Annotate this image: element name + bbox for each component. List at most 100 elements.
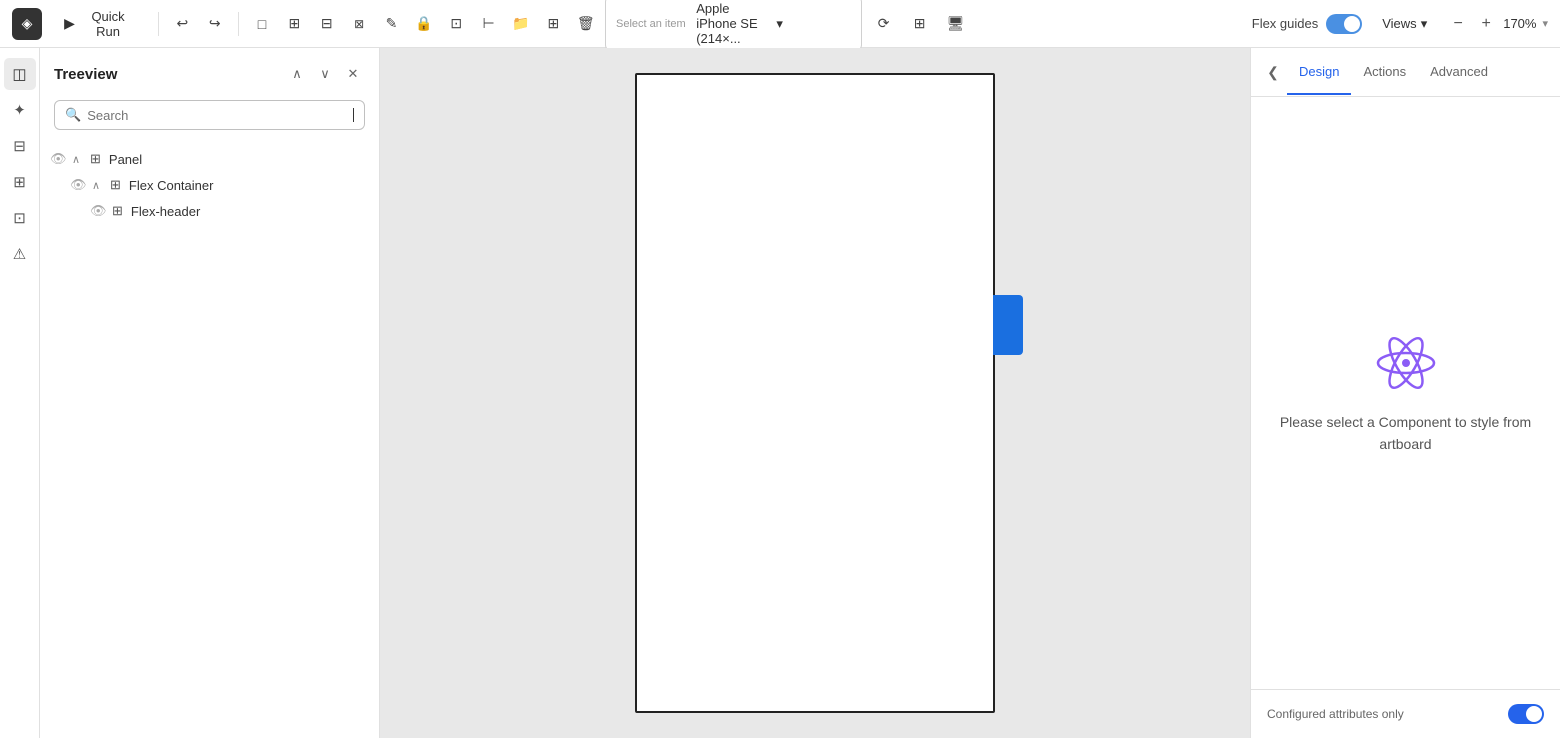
search-cursor bbox=[353, 108, 354, 122]
folder-tool-icon: 📁 bbox=[512, 15, 529, 32]
toolbar-right: Flex guides Views ▾ − + 170% ▾ bbox=[976, 12, 1548, 36]
pen-tool-button[interactable]: ✎ bbox=[378, 10, 404, 38]
tree-label-flex-container: Flex Container bbox=[129, 178, 214, 193]
treeview-expand-all-button[interactable]: ∧ bbox=[285, 62, 309, 86]
search-icon: 🔍 bbox=[65, 107, 81, 123]
sidebar-alerts-button[interactable]: ⚠ bbox=[4, 238, 36, 270]
treeview-close-button[interactable]: ✕ bbox=[341, 62, 365, 86]
app-logo-button[interactable]: ◈ bbox=[12, 8, 42, 40]
grid-tool-button[interactable]: ⊡ bbox=[443, 10, 469, 38]
flex-container-eye-icon[interactable]: 👁 bbox=[70, 177, 88, 193]
search-box: 🔍 bbox=[54, 100, 365, 130]
footer-configured-label: Configured attributes only bbox=[1267, 707, 1404, 721]
tab-advanced[interactable]: Advanced bbox=[1418, 50, 1500, 95]
layout-icon: ⊞ bbox=[914, 15, 926, 32]
zoom-chevron-icon: ▾ bbox=[1542, 17, 1548, 30]
treeview-header: Treeview ∧ ∨ ✕ bbox=[40, 48, 379, 96]
layout-button[interactable]: ⊞ bbox=[906, 10, 934, 38]
artboard[interactable] bbox=[635, 73, 995, 713]
artboard-wrapper bbox=[635, 73, 995, 713]
panel-chevron-icon[interactable]: ∧ bbox=[72, 153, 86, 166]
arrange-tool-button[interactable]: ⊠ bbox=[346, 10, 372, 38]
flex-guides-label: Flex guides bbox=[1252, 16, 1318, 31]
refresh-button[interactable]: ⟳ bbox=[870, 10, 898, 38]
right-panel-collapse-button[interactable]: ❮ bbox=[1259, 48, 1287, 96]
expand-all-icon: ∧ bbox=[292, 66, 302, 82]
zoom-out-button[interactable]: − bbox=[1447, 13, 1469, 35]
sidebar-pages-button[interactable]: ⊞ bbox=[4, 166, 36, 198]
treeview-panel: Treeview ∧ ∨ ✕ 🔍 bbox=[40, 48, 380, 738]
redo-icon: ↪ bbox=[209, 15, 221, 32]
sidebar-data-button[interactable]: ⊡ bbox=[4, 202, 36, 234]
search-input[interactable] bbox=[87, 108, 346, 123]
toolbar-center: Select an item Apple iPhone SE (214×... … bbox=[605, 0, 970, 51]
device-selector-value: Apple iPhone SE (214×... bbox=[696, 1, 770, 46]
tree-row-flex-header[interactable]: 👁 ⊞ Flex-header bbox=[40, 198, 379, 224]
zoom-in-button[interactable]: + bbox=[1475, 13, 1497, 35]
tree-row-flex-container[interactable]: 👁 ∧ ⊞ Flex Container bbox=[40, 172, 379, 198]
sidebar-components-button[interactable]: ✦ bbox=[4, 94, 36, 126]
close-icon: ✕ bbox=[348, 66, 359, 82]
layers-icon: ◫ bbox=[12, 65, 26, 83]
pages-icon: ⊞ bbox=[13, 173, 26, 191]
collapse-left-icon: ❮ bbox=[1267, 64, 1279, 81]
panel-eye-icon[interactable]: 👁 bbox=[50, 151, 68, 167]
grid2-tool-button[interactable]: ⊞ bbox=[540, 10, 566, 38]
redo-button[interactable]: ↪ bbox=[202, 10, 228, 38]
right-panel: ❮ Design Actions Advanced Please select … bbox=[1250, 48, 1560, 738]
zoom-value: 170% bbox=[1503, 16, 1536, 31]
flex-header-eye-icon[interactable]: 👁 bbox=[90, 203, 108, 219]
sidebar-assets-button[interactable]: ⊟ bbox=[4, 130, 36, 162]
right-panel-tabs: ❮ Design Actions Advanced bbox=[1251, 48, 1560, 97]
split-tool-button[interactable]: ⊢ bbox=[475, 10, 501, 38]
split-tool-icon: ⊢ bbox=[483, 15, 495, 32]
lock-tool-button[interactable]: 🔒 bbox=[411, 10, 437, 38]
frame-tool-icon: □ bbox=[258, 16, 266, 32]
undo-icon: ↩ bbox=[176, 15, 188, 32]
lock-tool-icon: 🔒 bbox=[415, 15, 432, 32]
tree-label-panel: Panel bbox=[109, 152, 142, 167]
insert-tool-icon: ⊞ bbox=[289, 15, 301, 32]
monitor-icon: 🖥 bbox=[947, 15, 965, 32]
collapse-all-icon: ∨ bbox=[320, 66, 330, 82]
subtract-tool-icon: ⊟ bbox=[321, 15, 333, 32]
tab-actions[interactable]: Actions bbox=[1351, 50, 1418, 95]
treeview-title: Treeview bbox=[54, 66, 117, 83]
artboard-scroll-handle[interactable] bbox=[993, 295, 1023, 355]
alerts-icon: ⚠ bbox=[13, 245, 26, 263]
tree-items: 👁 ∧ ⊞ Panel 👁 ∧ ⊞ Flex Container 👁 ⊞ Fle… bbox=[40, 140, 379, 738]
flex-guides-section: Flex guides bbox=[1252, 14, 1362, 34]
quick-run-play-icon: ▶ bbox=[64, 15, 75, 32]
monitor-button[interactable]: 🖥 bbox=[942, 10, 970, 38]
main-content: ◫ ✦ ⊟ ⊞ ⊡ ⚠ Treeview ∧ ∨ bbox=[0, 48, 1560, 738]
toolbar-left: ◈ ▶ Quick Run ↩ ↪ □ ⊞ ⊟ ⊠ ✎ 🔒 bbox=[12, 4, 599, 44]
subtract-tool-button[interactable]: ⊟ bbox=[314, 10, 340, 38]
zoom-in-icon: + bbox=[1482, 15, 1491, 33]
frame-tool-button[interactable]: □ bbox=[249, 10, 275, 38]
toolbar: ◈ ▶ Quick Run ↩ ↪ □ ⊞ ⊟ ⊠ ✎ 🔒 bbox=[0, 0, 1560, 48]
sidebar-layers-button[interactable]: ◫ bbox=[4, 58, 36, 90]
quick-run-button[interactable]: ▶ Quick Run bbox=[52, 4, 148, 44]
tab-design[interactable]: Design bbox=[1287, 50, 1351, 95]
flex-container-chevron-icon[interactable]: ∧ bbox=[92, 179, 106, 192]
canvas-area[interactable] bbox=[380, 48, 1250, 738]
delete-tool-icon: 🗑 bbox=[577, 15, 595, 32]
views-button[interactable]: Views ▾ bbox=[1372, 12, 1437, 36]
icon-sidebar: ◫ ✦ ⊟ ⊞ ⊡ ⚠ bbox=[0, 48, 40, 738]
footer-toggle[interactable] bbox=[1508, 704, 1544, 724]
flex-guides-toggle[interactable] bbox=[1326, 14, 1362, 34]
device-selector[interactable]: Select an item Apple iPhone SE (214×... … bbox=[605, 0, 862, 51]
folder-tool-button[interactable]: 📁 bbox=[508, 10, 534, 38]
delete-tool-button[interactable]: 🗑 bbox=[573, 10, 599, 38]
undo-button[interactable]: ↩ bbox=[169, 10, 195, 38]
tree-row-panel[interactable]: 👁 ∧ ⊞ Panel bbox=[40, 146, 379, 172]
insert-tool-button[interactable]: ⊞ bbox=[281, 10, 307, 38]
device-selector-placeholder: Select an item bbox=[616, 18, 690, 30]
grid-tool-icon: ⊡ bbox=[450, 15, 462, 32]
pen-tool-icon: ✎ bbox=[386, 15, 398, 32]
treeview-collapse-all-button[interactable]: ∨ bbox=[313, 62, 337, 86]
arrange-tool-icon: ⊠ bbox=[354, 17, 364, 31]
app-logo-icon: ◈ bbox=[22, 15, 33, 32]
views-chevron-icon: ▾ bbox=[1421, 16, 1428, 32]
refresh-icon: ⟳ bbox=[878, 15, 890, 32]
